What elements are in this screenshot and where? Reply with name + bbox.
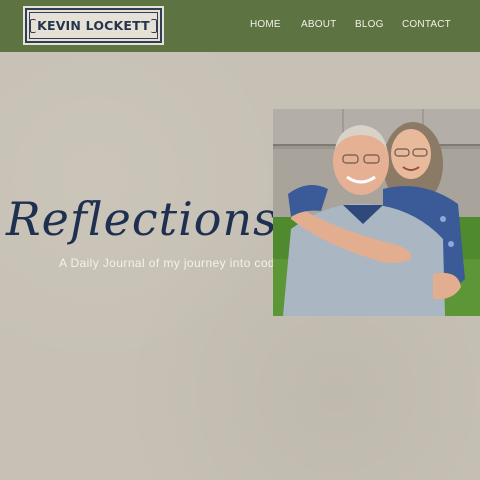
couple-photo-illustration bbox=[273, 109, 480, 316]
nav-contact[interactable]: CONTACT bbox=[402, 19, 451, 30]
hero-title: Reflections bbox=[6, 192, 278, 246]
main-nav: HOME ABOUT BLOG CONTACT bbox=[0, 0, 480, 52]
couple-photo bbox=[273, 109, 480, 316]
site-header: KEVIN LOCKETT HOME ABOUT BLOG CONTACT bbox=[0, 0, 480, 52]
hero-subtitle: A Daily Journal of my journey into codin… bbox=[59, 256, 293, 270]
nav-blog[interactable]: BLOG bbox=[355, 19, 384, 30]
nav-about[interactable]: ABOUT bbox=[301, 19, 336, 30]
nav-home[interactable]: HOME bbox=[250, 19, 281, 30]
